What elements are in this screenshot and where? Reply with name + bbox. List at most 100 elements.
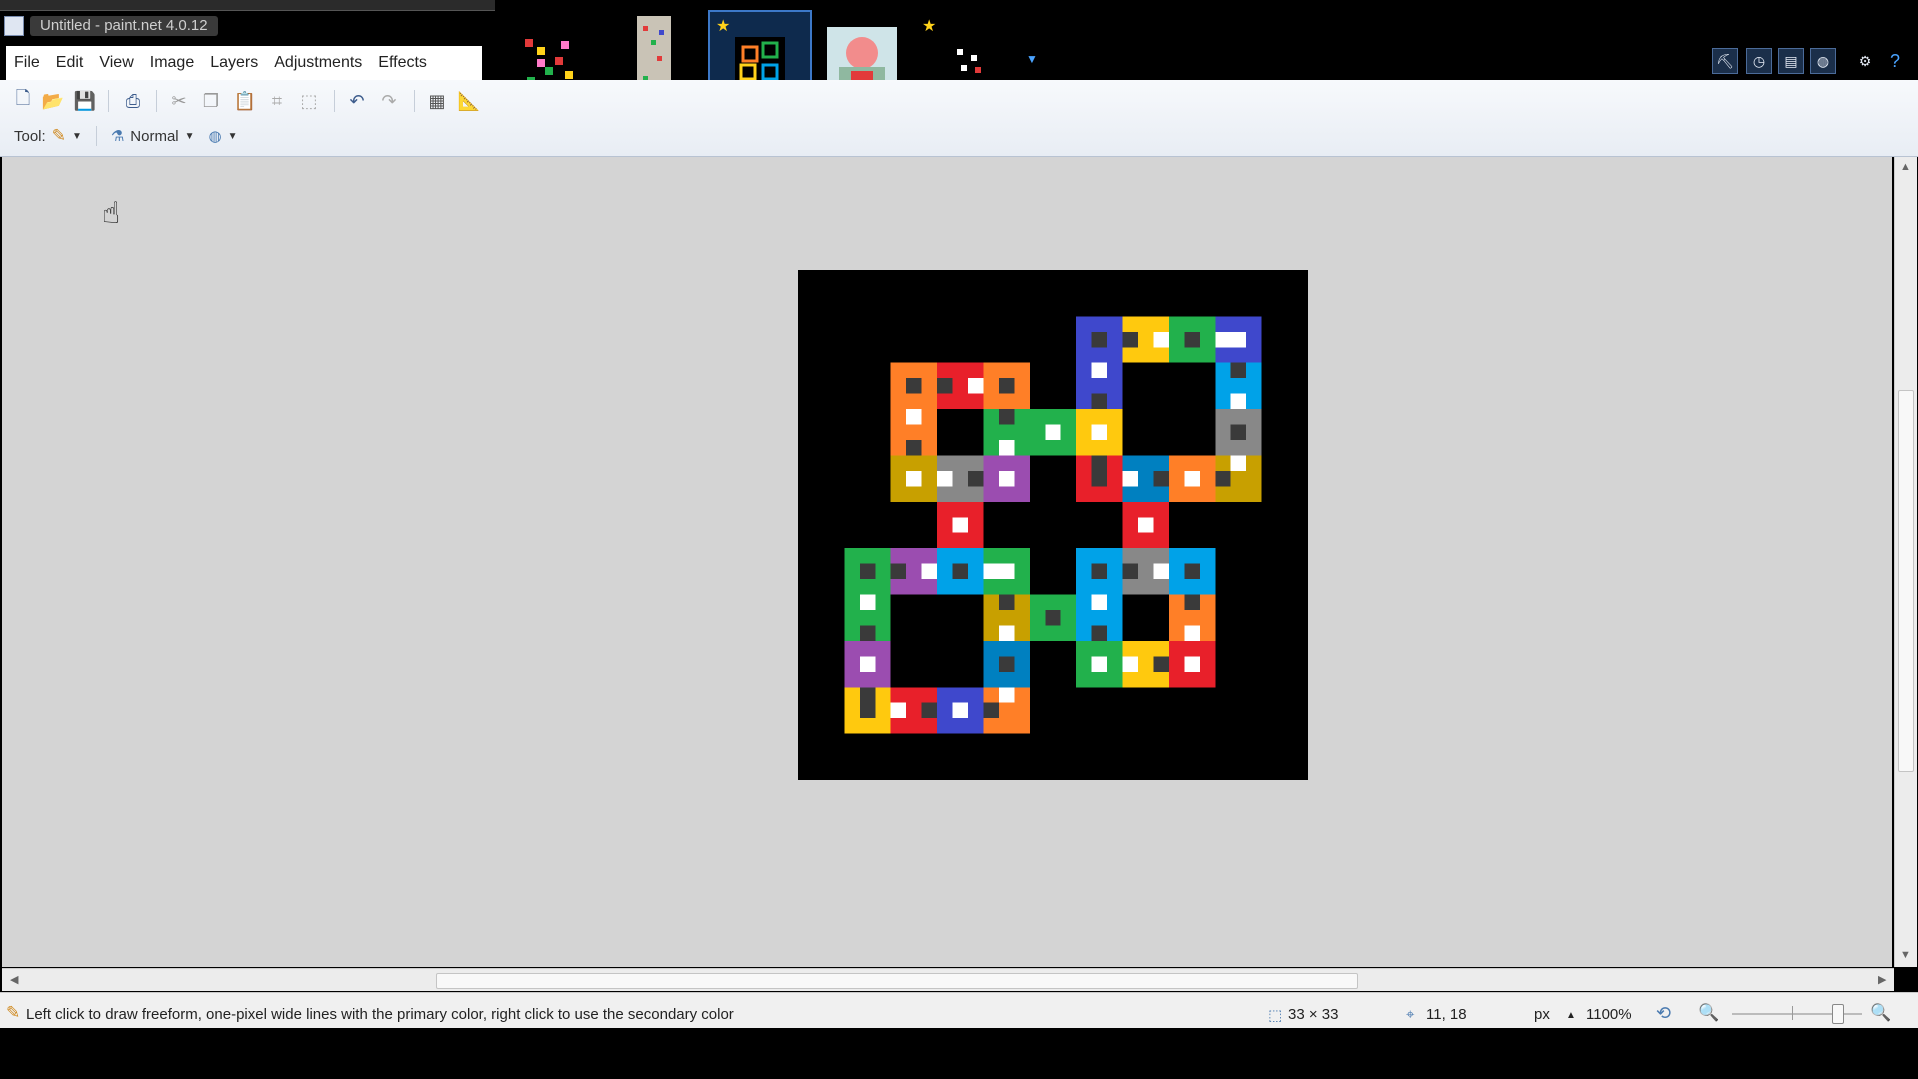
antialiasing-icon[interactable]: ◍: [209, 127, 222, 145]
zoom-to-window-icon[interactable]: ⟲: [1656, 1003, 1671, 1024]
ring-pixel: [1246, 470, 1262, 487]
ring-pixel: [1246, 486, 1262, 502]
ring-pixel: [1168, 486, 1185, 502]
ring-pixel: [1076, 625, 1092, 641]
scroll-down-icon[interactable]: ▼: [1900, 949, 1911, 961]
ruler-icon[interactable]: 📐: [456, 88, 482, 114]
ring-pixel: [1107, 640, 1123, 657]
ring-pixel: [968, 563, 984, 580]
ring-pixel: [890, 687, 907, 703]
ring-pixel: [952, 687, 968, 703]
colors-window-icon[interactable]: ◍: [1810, 48, 1836, 74]
cut-icon[interactable]: ✂: [166, 88, 192, 114]
save-icon[interactable]: 💾: [72, 88, 98, 114]
ring-pixel: [952, 718, 968, 734]
zoom-in-icon[interactable]: 🔍: [1870, 1003, 1891, 1023]
help-icon[interactable]: ?: [1882, 48, 1908, 74]
zoom-level[interactable]: 1100%: [1586, 1006, 1632, 1023]
ring-pixel: [1168, 563, 1185, 580]
ring-pixel: [952, 362, 968, 379]
layers-window-icon[interactable]: ▤: [1778, 48, 1804, 74]
print-icon[interactable]: ⎙: [120, 88, 146, 114]
history-window-icon[interactable]: ◷: [1746, 48, 1772, 74]
ring-pixel: [921, 579, 938, 595]
ring-pixel: [1138, 640, 1154, 657]
ring-pixel: [1199, 316, 1216, 332]
ring-dot: [998, 409, 1015, 425]
ring-pixel: [844, 687, 860, 703]
ring-pixel: [1230, 316, 1247, 332]
horizontal-scroll-thumb[interactable]: [436, 973, 1358, 989]
ring-dot: [859, 687, 876, 703]
menu-adjustments[interactable]: Adjustments: [266, 54, 370, 72]
ring-pixel: [1107, 393, 1123, 410]
grid-icon[interactable]: ▦: [424, 88, 450, 114]
ring-pixel: [1107, 625, 1123, 641]
zoom-out-icon[interactable]: 🔍: [1698, 1003, 1719, 1023]
ring-pixel: [1168, 316, 1185, 332]
units-selector[interactable]: px: [1534, 1006, 1550, 1023]
toolbar-divider: [156, 90, 157, 112]
units-dropdown-arrow-icon[interactable]: ▲: [1566, 1010, 1576, 1021]
paste-icon[interactable]: 📋: [232, 88, 258, 114]
ring-pixel: [1184, 486, 1200, 502]
settings-gear-icon[interactable]: ⚙: [1852, 48, 1878, 74]
menu-edit[interactable]: Edit: [48, 54, 92, 72]
ring-pixel: [983, 656, 999, 672]
ring-pixel: [890, 378, 907, 394]
new-file-icon[interactable]: 🗋: [10, 88, 36, 114]
scroll-up-icon[interactable]: ▲: [1900, 161, 1911, 173]
antialiasing-dropdown-arrow-icon[interactable]: ▼: [228, 131, 238, 142]
ring-pixel: [1091, 378, 1108, 394]
menu-view[interactable]: View: [91, 54, 141, 72]
menu-image[interactable]: Image: [142, 54, 202, 72]
ring-pixel: [890, 470, 907, 487]
ring-pixel: [983, 378, 999, 394]
vertical-scroll-thumb[interactable]: [1898, 390, 1914, 772]
ring-pixel: [1107, 594, 1123, 610]
title-strip: [0, 0, 495, 11]
ring-pixel: [1246, 440, 1262, 456]
open-file-icon[interactable]: 📂: [40, 88, 66, 114]
menu-layers[interactable]: Layers: [202, 54, 266, 72]
redo-icon[interactable]: ↷: [376, 88, 402, 114]
ring-pixel: [1091, 548, 1108, 564]
ring-pixel: [1014, 671, 1030, 688]
ring-pixel: [1168, 640, 1185, 657]
ring-pixel: [968, 393, 984, 410]
ring-pixel: [1138, 470, 1154, 487]
ring-pixel: [1153, 347, 1169, 363]
menu-effects[interactable]: Effects: [370, 54, 435, 72]
ring-pixel: [1122, 640, 1138, 657]
deselect-icon[interactable]: ⬚: [296, 88, 322, 114]
tools-window-icon[interactable]: ⛏: [1712, 48, 1738, 74]
ring-pixel: [1230, 440, 1247, 456]
scroll-left-icon[interactable]: ◀: [10, 973, 18, 986]
tabs-overflow-icon[interactable]: ▼: [1026, 52, 1038, 66]
tool-dropdown-arrow-icon[interactable]: ▼: [72, 131, 82, 142]
ring-pixel: [1199, 594, 1216, 610]
undo-icon[interactable]: ↶: [344, 88, 370, 114]
menu-file[interactable]: File: [6, 54, 48, 72]
ring-pixel: [1122, 316, 1138, 332]
ring-pixel: [1107, 409, 1123, 425]
scroll-right-icon[interactable]: ▶: [1878, 973, 1886, 986]
crop-icon[interactable]: ⌗: [264, 88, 290, 114]
cursor-position-icon: ⌖: [1406, 1006, 1415, 1023]
link-dot: [952, 517, 968, 533]
ring-pixel: [844, 656, 860, 672]
ring-dot: [859, 594, 876, 610]
unsaved-star-icon: ★: [716, 18, 731, 35]
pixel-art-canvas[interactable]: [798, 270, 1308, 780]
link-dot: [1045, 610, 1061, 626]
blend-mode-dropdown-arrow-icon[interactable]: ▼: [185, 131, 195, 142]
ring-dot: [1091, 362, 1108, 379]
blend-mode-value[interactable]: Normal: [130, 128, 178, 145]
ring-pixel: [1168, 470, 1185, 487]
ring-dot: [1184, 331, 1200, 348]
copy-icon[interactable]: ❐: [198, 88, 224, 114]
ring-pixel: [968, 455, 984, 471]
zoom-slider-thumb[interactable]: [1832, 1004, 1844, 1024]
link-pixel: [1029, 440, 1046, 456]
pencil-icon[interactable]: ✎: [52, 126, 66, 146]
